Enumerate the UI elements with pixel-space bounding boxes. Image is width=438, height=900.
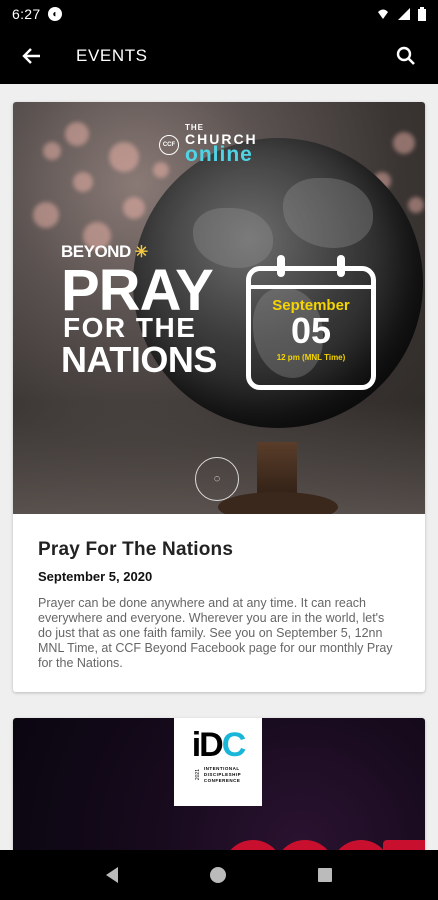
nav-back-icon[interactable] — [106, 867, 118, 883]
arrow-left-icon — [22, 48, 40, 64]
event-date: September 5, 2020 — [38, 569, 153, 584]
poster-headline-line3: NATIONS — [61, 339, 217, 380]
status-bar: 6:27 ◐ — [0, 0, 438, 28]
app-bar: EVENTS — [0, 28, 438, 84]
event-title: Pray For The Nations — [38, 539, 234, 560]
back-button[interactable] — [16, 40, 48, 72]
nav-recents-icon[interactable] — [318, 868, 332, 882]
page-title: EVENTS — [76, 46, 148, 65]
event-details: Pray For The Nations September 5, 2020 P… — [13, 514, 425, 671]
event-poster-image: iDC 2021 INTENTIONAL DISCIPLESHIP CONFER… — [13, 718, 425, 850]
poster-headline-line2: FOR THE — [63, 312, 197, 343]
church-online-logo: CCF THE CHURCH online — [159, 124, 258, 165]
system-nav-bar — [0, 850, 438, 900]
seal-logo: ◯ — [195, 457, 239, 501]
event-description: Prayer can be done anywhere and at any t… — [38, 596, 393, 670]
event-card[interactable]: CCF THE CHURCH online BEYOND ✳ PRAY FOR … — [13, 102, 425, 692]
poster-time: 12 pm (MNL Time) — [276, 353, 346, 362]
calendar-icon: September 05 12 pm (MNL Time) — [246, 255, 376, 390]
nav-home-icon[interactable] — [210, 867, 226, 883]
event-card[interactable]: iDC 2021 INTENTIONAL DISCIPLESHIP CONFER… — [13, 718, 425, 850]
app-notification-icon: ◐ — [48, 7, 63, 21]
idc-logo: iDC 2021 INTENTIONAL DISCIPLESHIP CONFER… — [174, 718, 262, 806]
search-button[interactable] — [390, 40, 422, 72]
ccf-logo-icon: CCF — [159, 134, 179, 155]
battery-icon — [418, 7, 426, 21]
status-indicators — [376, 7, 426, 21]
poster-day: 05 — [290, 310, 332, 351]
signal-icon — [378, 9, 388, 19]
search-icon — [396, 46, 415, 65]
event-poster-image: CCF THE CHURCH online BEYOND ✳ PRAY FOR … — [13, 102, 425, 514]
cellular-icon — [398, 8, 410, 20]
events-list[interactable]: CCF THE CHURCH online BEYOND ✳ PRAY FOR … — [0, 84, 438, 850]
status-time: 6:27 — [12, 6, 41, 22]
